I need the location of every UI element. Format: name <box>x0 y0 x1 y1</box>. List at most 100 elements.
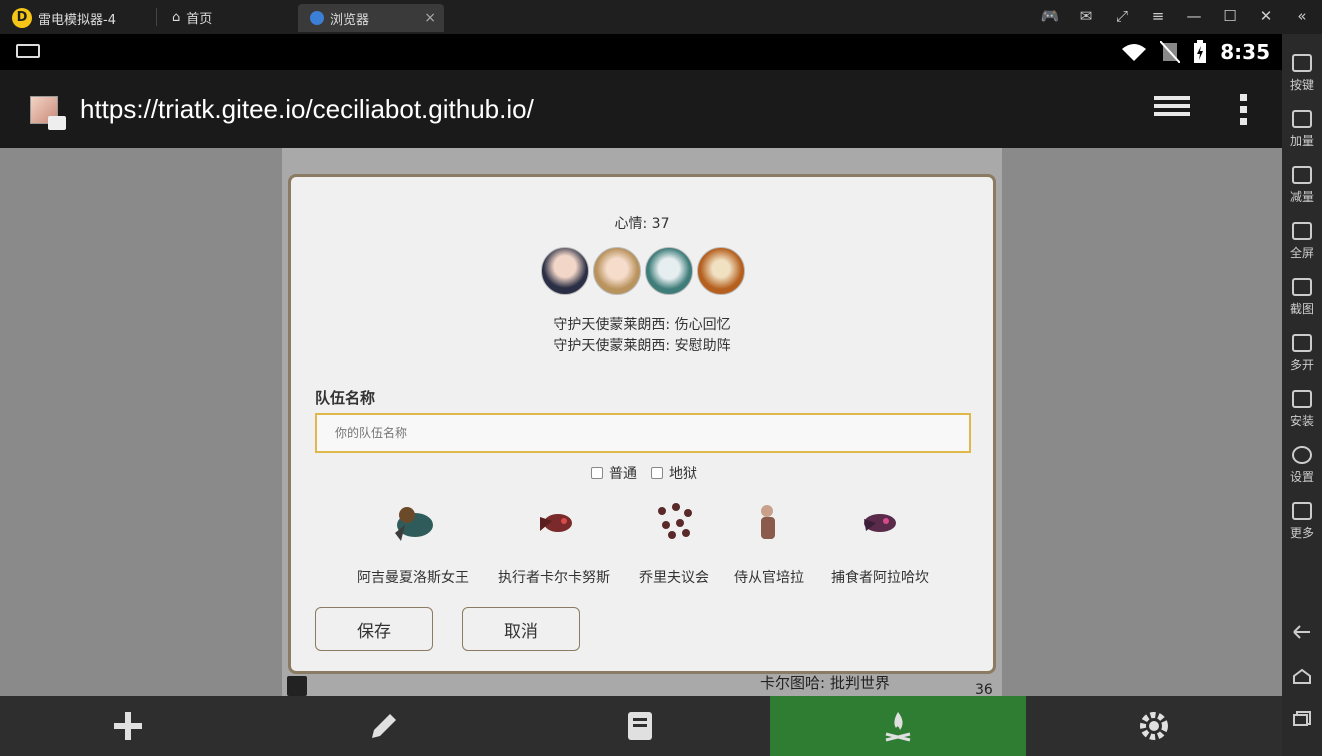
rail-label: 设置 <box>1289 470 1314 484</box>
menu-icon[interactable]: ≡ <box>1148 6 1168 26</box>
hero-avatar[interactable] <box>593 247 641 295</box>
boss-queen-icon <box>395 507 433 541</box>
boss-option[interactable]: 捕食者阿拉哈坎 <box>825 497 935 587</box>
nav-settings[interactable] <box>1026 696 1282 756</box>
hero-avatars <box>541 247 745 295</box>
emulator-title: 雷电模拟器-4 <box>38 13 116 28</box>
rail-more[interactable]: 更多 <box>1282 502 1322 541</box>
nav-edit[interactable] <box>256 696 512 756</box>
cancel-button[interactable]: 取消 <box>462 607 580 651</box>
close-tab-icon[interactable]: × <box>424 10 436 26</box>
boss-name: 捕食者阿拉哈坎 <box>831 570 929 586</box>
nav-book[interactable] <box>512 696 768 756</box>
emulator-sidebar: 按键 加量 减量 全屏 截图 多开 安装 设置 更多 <box>1282 34 1322 756</box>
team-name-label: 队伍名称 <box>315 389 376 407</box>
rail-recents[interactable] <box>1282 710 1322 729</box>
window-controls: 🎮 ✉ ⤢ ≡ — ☐ ✕ « <box>1040 6 1312 26</box>
rail-install-apk[interactable]: 安装 <box>1282 390 1322 429</box>
team-name-input[interactable] <box>315 413 971 453</box>
boss-name: 阿吉曼夏洛斯女王 <box>357 570 469 586</box>
team-edit-dialog: 心情: 37 守护天使蒙莱朗西: 伤心回忆 守护天使蒙莱朗西: 安慰助阵 队伍名… <box>288 174 996 674</box>
clock: 8:35 <box>1220 40 1270 64</box>
gamepad-icon[interactable]: 🎮 <box>1040 6 1060 26</box>
nav-add[interactable] <box>0 696 256 756</box>
volume-up-icon <box>1292 110 1312 128</box>
close-window-icon[interactable]: ✕ <box>1256 6 1276 26</box>
globe-icon <box>310 11 324 25</box>
background-text: 卡尔图哈: 批判世界 <box>760 674 890 692</box>
save-button[interactable]: 保存 <box>315 607 433 651</box>
minimize-icon[interactable]: — <box>1184 6 1204 26</box>
wifi-icon <box>1122 44 1147 61</box>
rail-label: 按键 <box>1289 78 1314 92</box>
campfire-icon <box>885 712 911 742</box>
boss-option[interactable]: 阿吉曼夏洛斯女王 <box>353 497 473 587</box>
rail-label: 安装 <box>1289 414 1314 428</box>
background-number: 36 <box>975 682 993 696</box>
add-icon <box>114 712 142 740</box>
android-status-bar: 8:35 <box>0 34 1282 70</box>
mail-icon[interactable]: ✉ <box>1076 6 1096 26</box>
save-disk-icon <box>287 676 307 696</box>
boss-option[interactable]: 侍从官培拉 <box>729 497 809 587</box>
boss-option[interactable]: 乔里夫议会 <box>629 497 719 587</box>
rail-fullscreen[interactable]: 全屏 <box>1282 222 1322 261</box>
boss-name: 乔里夫议会 <box>639 570 709 586</box>
rail-volume-up[interactable]: 加量 <box>1282 110 1322 149</box>
collapse-sidebar-icon[interactable]: « <box>1292 6 1312 26</box>
normal-checkbox[interactable] <box>591 467 603 479</box>
emulator-logo-icon: D <box>12 8 32 28</box>
battery-charging-icon <box>1194 40 1207 63</box>
rail-label: 减量 <box>1289 190 1314 204</box>
boss-name: 执行者卡尔卡努斯 <box>498 570 610 586</box>
nav-campfire[interactable] <box>770 696 1026 756</box>
normal-label: 普通 <box>609 466 637 482</box>
no-sim-icon <box>1160 41 1181 63</box>
skill-line: 守护天使蒙莱朗西: 伤心回忆 <box>553 317 731 333</box>
rail-multi-instance[interactable]: 多开 <box>1282 334 1322 373</box>
gear-icon <box>1292 446 1312 464</box>
skill-list: 守护天使蒙莱朗西: 伤心回忆 守护天使蒙莱朗西: 安慰助阵 <box>291 315 993 357</box>
rail-label: 加量 <box>1289 134 1314 148</box>
rail-back[interactable] <box>1282 624 1322 643</box>
rail-settings[interactable]: 设置 <box>1282 446 1322 485</box>
tabs-overview-icon[interactable] <box>1154 96 1190 124</box>
pencil-icon <box>372 714 396 738</box>
overflow-menu-icon[interactable] <box>1240 94 1248 130</box>
back-icon <box>1293 625 1310 639</box>
rail-label: 更多 <box>1289 526 1314 540</box>
boss-option[interactable]: 执行者卡尔卡努斯 <box>491 497 617 587</box>
url-field[interactable]: https://triatk.gitee.io/ceciliabot.githu… <box>80 94 534 125</box>
boss-council-icon <box>658 503 692 539</box>
boss-executor-icon <box>540 514 572 532</box>
tab-home[interactable]: ⌂ 首页 <box>164 4 220 30</box>
scissors-icon <box>1292 278 1312 296</box>
rail-screenshot[interactable]: 截图 <box>1282 278 1322 317</box>
skill-line: 守护天使蒙莱朗西: 安慰助阵 <box>553 338 731 354</box>
keyboard-icon <box>1292 54 1312 72</box>
boss-attendant-icon <box>761 505 775 539</box>
hero-avatar[interactable] <box>697 247 745 295</box>
status-icons: 8:35 <box>1120 40 1270 64</box>
home-icon <box>1293 668 1311 684</box>
rail-label: 全屏 <box>1289 246 1314 260</box>
hell-label: 地狱 <box>669 466 697 482</box>
hero-avatar[interactable] <box>645 247 693 295</box>
rail-label: 多开 <box>1289 358 1314 372</box>
more-icon <box>1292 502 1312 520</box>
rail-volume-down[interactable]: 减量 <box>1282 166 1322 205</box>
boss-name: 侍从官培拉 <box>734 570 804 586</box>
emulator-title-bar: D 雷电模拟器-4 ⌂ 首页 浏览器 × 🎮 ✉ ⤢ ≡ — ☐ ✕ « <box>0 0 1322 34</box>
rail-keymap[interactable]: 按键 <box>1282 54 1322 93</box>
keyboard-icon <box>16 44 40 58</box>
hell-checkbox[interactable] <box>651 467 663 479</box>
popout-icon[interactable]: ⤢ <box>1112 6 1132 26</box>
apk-icon <box>1292 390 1312 408</box>
tab-browser-label: 浏览器 <box>330 12 370 28</box>
gear-icon <box>1140 712 1168 740</box>
rail-label: 截图 <box>1289 302 1314 316</box>
maximize-icon[interactable]: ☐ <box>1220 6 1240 26</box>
rail-home[interactable] <box>1282 668 1322 687</box>
hero-avatar[interactable] <box>541 247 589 295</box>
tab-browser[interactable]: 浏览器 × <box>298 4 444 32</box>
